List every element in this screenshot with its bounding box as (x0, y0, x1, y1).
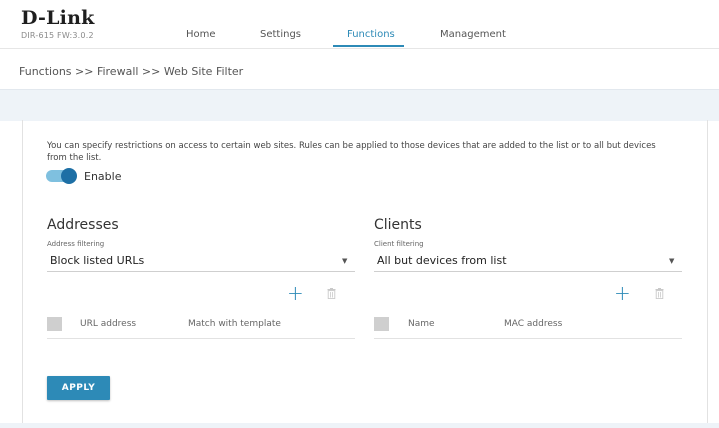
clients-header-divider (374, 338, 682, 339)
toggle-knob (61, 168, 77, 184)
nav-settings[interactable]: Settings (260, 29, 301, 40)
caret-down-icon[interactable]: ▼ (342, 257, 347, 265)
select-all-clients-checkbox[interactable] (374, 317, 389, 331)
apply-button[interactable]: APPLY (47, 376, 110, 400)
addresses-title: Addresses (47, 217, 119, 233)
add-address-plus-icon[interactable]: + (287, 283, 304, 303)
panel-left-border (22, 120, 23, 428)
nav-management[interactable]: Management (440, 29, 506, 40)
client-filtering-select[interactable]: All but devices from list (377, 254, 507, 267)
address-filtering-label: Address filtering (47, 240, 105, 248)
nav-active-underline (333, 45, 404, 47)
col-mac-address: MAC address (504, 319, 563, 329)
address-select-underline (47, 271, 355, 272)
col-match-with-template: Match with template (188, 319, 281, 329)
col-name: Name (408, 319, 435, 329)
add-client-plus-icon[interactable]: + (614, 283, 631, 303)
dlink-logo: D-Link (21, 7, 95, 29)
panel-right-border (707, 120, 708, 428)
caret-down-icon[interactable]: ▼ (669, 257, 674, 265)
select-all-addresses-checkbox[interactable] (47, 317, 62, 331)
clients-title: Clients (374, 217, 422, 233)
header-band (0, 89, 719, 121)
client-select-underline (374, 271, 682, 272)
panel-bottom-band (0, 423, 719, 428)
address-filtering-select[interactable]: Block listed URLs (50, 254, 144, 267)
client-filtering-label: Client filtering (374, 240, 424, 248)
firmware-version: DIR-615 FW:3.0.2 (21, 31, 94, 40)
top-bar: D-Link DIR-615 FW:3.0.2 Home Settings Fu… (0, 0, 719, 49)
enable-label: Enable (84, 170, 122, 183)
col-url-address: URL address (80, 319, 137, 329)
addresses-header-divider (47, 338, 355, 339)
page-description: You can specify restrictions on access t… (47, 141, 656, 163)
delete-address-trash-icon[interactable] (327, 288, 336, 299)
nav-home[interactable]: Home (186, 29, 216, 40)
breadcrumb: Functions >> Firewall >> Web Site Filter (19, 65, 244, 78)
delete-client-trash-icon[interactable] (655, 288, 664, 299)
enable-toggle[interactable] (46, 168, 77, 184)
nav-functions[interactable]: Functions (347, 29, 395, 40)
